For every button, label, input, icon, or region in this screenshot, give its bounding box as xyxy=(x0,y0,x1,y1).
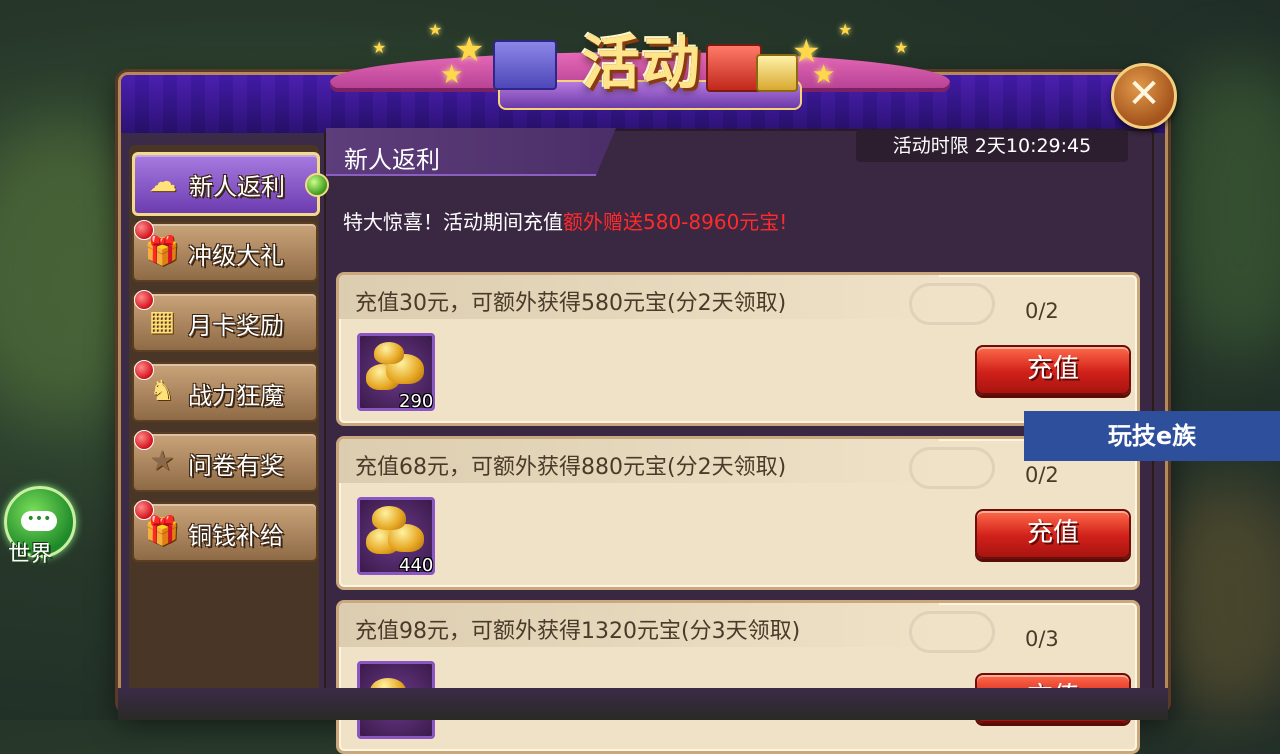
promo-text: 特大惊喜！活动期间充值额外赠送580-8960元宝! xyxy=(343,206,787,235)
frame-bottom-edge xyxy=(118,688,1168,720)
reward-progress: 0/2 xyxy=(1025,299,1059,323)
background-foliage xyxy=(1150,480,1280,720)
event-timer: 活动时限 2天10:29:45 xyxy=(856,130,1128,162)
recharge-button[interactable]: 充值 xyxy=(975,345,1131,395)
cloud-decoration xyxy=(909,283,995,325)
gift-icon: 🎁 xyxy=(144,234,180,267)
promo-main: 特大惊喜！活动期间充值 xyxy=(343,210,563,234)
tab-label: 新人返利 xyxy=(189,173,285,201)
reward-progress: 0/2 xyxy=(1025,463,1059,487)
gold-ingot-icon xyxy=(372,506,406,530)
section-title: 新人返利 xyxy=(344,146,440,174)
reward-row: 充值68元，可额外获得880元宝(分2天领取) 0/2 440 充值 xyxy=(336,436,1140,590)
tab-label: 月卡奖励 xyxy=(188,312,284,340)
cloud-decoration xyxy=(909,447,995,489)
item-count: 290 xyxy=(399,391,434,412)
sparkle-icon: ★ xyxy=(372,38,387,57)
card-icon: ▦ xyxy=(148,304,176,337)
reward-progress: 0/3 xyxy=(1025,627,1059,651)
reward-row: 充值30元，可额外获得580元宝(分2天领取) 0/2 290 充值 xyxy=(336,272,1140,426)
ingot-icon: ☁ xyxy=(149,165,177,198)
tab-label: 铜钱补给 xyxy=(188,522,284,550)
sparkle-icon: ★ xyxy=(428,20,443,39)
close-icon: ✕ xyxy=(1127,71,1161,117)
sparkle-icon: ★ xyxy=(894,38,909,57)
tab-survey[interactable]: ★ 问卷有奖 xyxy=(132,430,318,492)
tab-label: 问卷有奖 xyxy=(188,452,284,480)
watermark-logo: 玩技e族 xyxy=(1024,411,1280,461)
world-chat-label: 世界 xyxy=(8,542,53,567)
window-title: 活动 xyxy=(581,29,702,97)
gold-ingot-icon xyxy=(374,342,404,364)
tab-newbie-rebate[interactable]: ☁ 新人返利 xyxy=(132,152,329,216)
gift-box-icon xyxy=(493,40,557,90)
tab-monthly-card[interactable]: ▦ 月卡奖励 xyxy=(132,290,318,352)
close-button[interactable]: ✕ xyxy=(1111,63,1177,129)
star-icon: ★ xyxy=(149,444,175,477)
tab-label: 冲级大礼 xyxy=(188,242,284,270)
tab-copper-supply[interactable]: 🎁 铜钱补给 xyxy=(132,500,318,562)
recharge-button[interactable]: 充值 xyxy=(975,509,1131,559)
gift-icon: 🎁 xyxy=(144,514,180,547)
sparkle-icon: ★ xyxy=(838,20,853,39)
reward-description: 充值30元，可额外获得580元宝(分2天领取) xyxy=(355,291,787,316)
background-foliage xyxy=(1160,60,1280,360)
cloud-decoration xyxy=(909,611,995,653)
tab-power-rank[interactable]: ♞ 战力狂魔 xyxy=(132,360,318,422)
tab-level-gift[interactable]: 🎁 冲级大礼 xyxy=(132,220,318,282)
promo-highlight: 额外赠送580-8960元宝! xyxy=(563,210,788,234)
item-count: 440 xyxy=(399,555,434,576)
star-icon: ★ xyxy=(812,60,836,90)
reward-description: 充值98元，可额外获得1320元宝(分3天领取) xyxy=(355,619,801,644)
chat-bubble-icon: ••• xyxy=(21,511,57,531)
reward-description: 充值68元，可额外获得880元宝(分2天领取) xyxy=(355,455,787,480)
selected-gem-indicator xyxy=(305,173,329,197)
horse-icon: ♞ xyxy=(149,374,175,407)
reward-row: 充值98元，可额外获得1320元宝(分3天领取) 0/3 充值 xyxy=(336,600,1140,754)
star-icon: ★ xyxy=(440,60,464,90)
tab-label: 战力狂魔 xyxy=(188,382,284,410)
